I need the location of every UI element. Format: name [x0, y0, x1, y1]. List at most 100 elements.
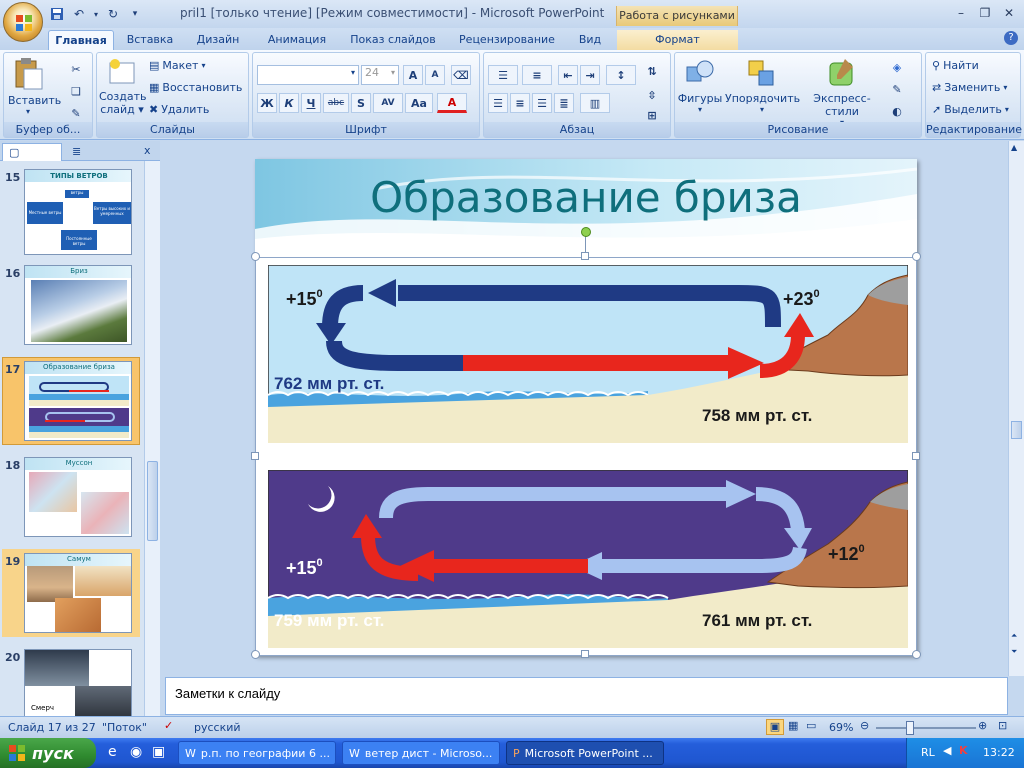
- ie-icon[interactable]: e: [108, 744, 117, 760]
- tab-animation[interactable]: Анимация: [258, 30, 336, 50]
- undo-icon[interactable]: ↶: [70, 5, 88, 23]
- minimize-icon[interactable]: –: [950, 4, 972, 22]
- justify-icon[interactable]: ≣: [554, 93, 574, 113]
- align-left-icon[interactable]: ☰: [488, 93, 508, 113]
- replace-button[interactable]: ⇄ Заменить ▾: [932, 81, 1007, 94]
- align-text-icon[interactable]: ⇳: [642, 85, 662, 105]
- slide-thumbnail-16[interactable]: 16 Бриз: [0, 265, 145, 350]
- tray-back-icon[interactable]: ◀: [943, 744, 951, 757]
- shape-outline-icon[interactable]: ✎: [887, 79, 907, 99]
- language-indicator[interactable]: RL: [921, 746, 935, 759]
- customize-qat-icon[interactable]: ▾: [126, 5, 144, 23]
- normal-view-icon[interactable]: ▣: [766, 719, 784, 735]
- bold-button[interactable]: Ж: [257, 93, 277, 113]
- tab-slideshow[interactable]: Показ слайдов: [344, 30, 442, 50]
- font-size-combo[interactable]: 24 ▾: [361, 65, 399, 85]
- resize-handle-tl[interactable]: [251, 252, 260, 261]
- tab-insert[interactable]: Вставка: [120, 30, 180, 50]
- undo-dropdown-icon[interactable]: ▾: [92, 5, 100, 23]
- close-icon[interactable]: ✕: [998, 4, 1020, 22]
- tab-slides-thumbnails[interactable]: ▢: [2, 143, 62, 161]
- scroll-up-icon[interactable]: ▲: [1011, 143, 1017, 152]
- underline-button[interactable]: Ч: [301, 93, 321, 113]
- shrink-font-icon[interactable]: A: [425, 65, 445, 85]
- tab-view[interactable]: Вид: [570, 30, 610, 50]
- shape-effects-icon[interactable]: ◐: [887, 101, 907, 121]
- start-button[interactable]: пуск: [0, 738, 96, 768]
- align-center-icon[interactable]: ≡: [510, 93, 530, 113]
- scrollbar-thumb[interactable]: [147, 461, 158, 541]
- taskbar-item-word-2[interactable]: Wветер дист - Microso...: [342, 741, 500, 765]
- help-icon[interactable]: ?: [1004, 31, 1018, 45]
- resize-handle-tr[interactable]: [912, 252, 921, 261]
- decrease-indent-icon[interactable]: ⇤: [558, 65, 578, 85]
- zoom-out-icon[interactable]: ⊖: [860, 719, 869, 732]
- prev-slide-icon[interactable]: ⏶: [1011, 631, 1017, 641]
- grow-font-icon[interactable]: A: [403, 65, 423, 85]
- zoom-level[interactable]: 69%: [829, 721, 853, 734]
- increase-indent-icon[interactable]: ⇥: [580, 65, 600, 85]
- shapes-button[interactable]: Фигуры ▾: [677, 57, 723, 114]
- antivirus-icon[interactable]: K: [959, 744, 968, 757]
- resize-handle-b[interactable]: [581, 650, 589, 658]
- resize-handle-r[interactable]: [912, 452, 920, 460]
- columns-icon[interactable]: ▥: [580, 93, 610, 113]
- resize-handle-l[interactable]: [251, 452, 259, 460]
- slide-sorter-icon[interactable]: ▦: [788, 719, 798, 732]
- strikethrough-button[interactable]: abc: [323, 93, 349, 113]
- rotation-handle[interactable]: [581, 227, 591, 237]
- select-button[interactable]: ➚ Выделить ▾: [932, 103, 1009, 116]
- new-slide-button[interactable]: Создать слайд ▾: [99, 57, 147, 116]
- zoom-in-icon[interactable]: ⊕: [978, 719, 987, 732]
- clear-format-icon[interactable]: ⌫: [451, 65, 471, 85]
- tab-design[interactable]: Дизайн: [188, 30, 248, 50]
- next-slide-icon[interactable]: ⏷: [1011, 647, 1017, 657]
- desktop-icon[interactable]: ▣: [152, 744, 165, 760]
- cut-icon[interactable]: ✂: [66, 59, 86, 79]
- restore-icon[interactable]: ❐: [974, 4, 996, 22]
- resize-handle-bl[interactable]: [251, 650, 260, 659]
- copy-icon[interactable]: ❏: [66, 81, 86, 101]
- taskbar-item-word-1[interactable]: Wр.п. по географии 6 ...: [178, 741, 336, 765]
- resize-handle-br[interactable]: [912, 650, 921, 659]
- reset-button[interactable]: ▦ Восстановить: [149, 81, 242, 94]
- taskbar-item-powerpoint[interactable]: P Microsoft PowerPoint ...: [506, 741, 664, 765]
- slide-title[interactable]: Образование бриза: [255, 173, 917, 222]
- shadow-button[interactable]: S: [351, 93, 371, 113]
- slide-thumbnail-17[interactable]: 17 Образование бриза: [0, 361, 145, 446]
- resize-handle-t[interactable]: [581, 252, 589, 260]
- slide-thumbnail-18[interactable]: 18 Муссон: [0, 457, 145, 542]
- spellcheck-icon[interactable]: ✓: [164, 719, 173, 732]
- slide-scrollbar[interactable]: ▲ ⏶ ⏷: [1008, 141, 1024, 676]
- slides-pane-scrollbar[interactable]: [144, 161, 160, 716]
- fit-slide-icon[interactable]: ⊡: [998, 719, 1007, 732]
- bullets-icon[interactable]: ☰: [488, 65, 518, 85]
- redo-icon[interactable]: ↻: [104, 5, 122, 23]
- arrange-button[interactable]: Упорядочить ▾: [725, 57, 800, 114]
- numbering-icon[interactable]: ≡: [522, 65, 552, 85]
- font-color-button[interactable]: A: [437, 93, 467, 113]
- format-painter-icon[interactable]: ✎: [66, 103, 86, 123]
- zoom-slider-thumb[interactable]: [906, 721, 914, 735]
- slide-thumbnail-19[interactable]: 19 Самум: [0, 553, 145, 638]
- delete-slide-button[interactable]: ✖ Удалить: [149, 103, 209, 116]
- layout-button[interactable]: ▤ Макет ▾: [149, 59, 205, 72]
- scrollbar-thumb[interactable]: [1011, 421, 1022, 439]
- italic-button[interactable]: К: [279, 93, 299, 113]
- close-pane-icon[interactable]: x: [144, 144, 151, 157]
- save-icon[interactable]: [48, 5, 66, 23]
- tab-home[interactable]: Главная: [48, 30, 114, 50]
- shape-fill-icon[interactable]: ◈: [887, 57, 907, 77]
- tab-outline[interactable]: ≣: [66, 143, 116, 161]
- zoom-slider[interactable]: [876, 727, 976, 729]
- paste-button[interactable]: Вставить ▾: [8, 57, 61, 116]
- font-name-combo[interactable]: ▾: [257, 65, 359, 85]
- line-spacing-icon[interactable]: ↕: [606, 65, 636, 85]
- tab-format[interactable]: Формат: [617, 30, 738, 50]
- quick-styles-button[interactable]: Экспресс-стили ▾: [799, 57, 885, 127]
- slideshow-view-icon[interactable]: ▭: [806, 719, 816, 732]
- text-direction-icon[interactable]: ⇅: [642, 61, 662, 81]
- find-button[interactable]: ⚲ Найти: [932, 59, 979, 72]
- change-case-button[interactable]: Aa: [405, 93, 433, 113]
- notes-pane[interactable]: Заметки к слайду: [165, 677, 1008, 715]
